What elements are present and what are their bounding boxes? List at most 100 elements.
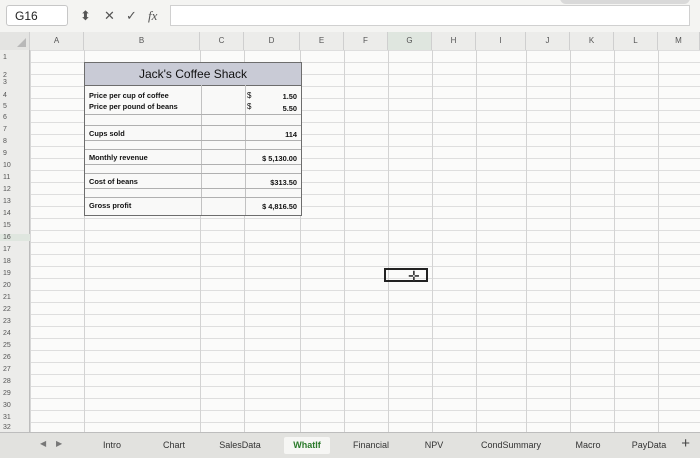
row-header[interactable]: 5 bbox=[0, 103, 30, 110]
row-header[interactable]: 9 bbox=[0, 150, 30, 157]
row-header[interactable]: 31 bbox=[0, 414, 30, 421]
table-divider bbox=[85, 164, 301, 165]
tab-chart[interactable]: Chart bbox=[152, 437, 196, 454]
monthly-revenue-value[interactable]: $ 5,130.00 bbox=[262, 154, 297, 163]
table-title[interactable]: Jack's Coffee Shack bbox=[85, 63, 301, 86]
row-header[interactable]: 11 bbox=[0, 174, 30, 181]
row-header[interactable]: 10 bbox=[0, 162, 30, 169]
spreadsheet-grid: A B C D E F G H I J K L M 1 2 3 4 5 6 7 … bbox=[0, 32, 700, 432]
column-header-k[interactable]: K bbox=[570, 32, 614, 50]
row-header-active[interactable]: 16 bbox=[0, 234, 30, 241]
cost-of-beans-label[interactable]: Cost of beans bbox=[89, 177, 138, 186]
cups-sold-label[interactable]: Cups sold bbox=[89, 129, 125, 138]
row-header[interactable]: 1 bbox=[0, 54, 30, 61]
coffee-shack-table: Jack's Coffee Shack Price per cup of cof… bbox=[84, 62, 302, 216]
function-icon[interactable]: fx bbox=[148, 8, 157, 24]
table-column-divider bbox=[201, 85, 202, 215]
gross-profit-label[interactable]: Gross profit bbox=[89, 201, 131, 210]
tab-financial[interactable]: Financial bbox=[346, 437, 396, 454]
table-column-divider bbox=[245, 85, 246, 215]
tab-salesdata[interactable]: SalesData bbox=[214, 437, 266, 454]
tab-intro[interactable]: Intro bbox=[92, 437, 132, 454]
row-header[interactable]: 24 bbox=[0, 330, 30, 337]
select-all-button[interactable] bbox=[0, 32, 30, 50]
row-header[interactable]: 8 bbox=[0, 138, 30, 145]
formula-input[interactable] bbox=[170, 5, 690, 26]
row-header[interactable]: 19 bbox=[0, 270, 30, 277]
column-header-e[interactable]: E bbox=[300, 32, 344, 50]
sheet-tab-bar: ◀ ▶ Intro Chart SalesData WhatIf Financi… bbox=[0, 432, 700, 458]
column-header-row: A B C D E F G H I J K L M bbox=[0, 32, 700, 51]
row-header[interactable]: 13 bbox=[0, 198, 30, 205]
row-header[interactable]: 6 bbox=[0, 114, 30, 121]
window-badge bbox=[560, 0, 690, 4]
tab-whatif[interactable]: WhatIf bbox=[284, 437, 330, 454]
row-header[interactable]: 20 bbox=[0, 282, 30, 289]
price-per-pound-label[interactable]: Price per pound of beans bbox=[89, 102, 178, 111]
accept-icon[interactable]: ✓ bbox=[126, 8, 137, 24]
price-per-cup-currency: $ bbox=[247, 91, 252, 100]
row-header[interactable]: 27 bbox=[0, 366, 30, 373]
row-header[interactable]: 14 bbox=[0, 210, 30, 217]
grid-line bbox=[658, 50, 659, 432]
row-header[interactable]: 25 bbox=[0, 342, 30, 349]
selected-cell-g16[interactable] bbox=[384, 268, 428, 282]
tab-condsummary[interactable]: CondSummary bbox=[474, 437, 548, 454]
formula-bar: G16 ⬍ ✕ ✓ fx bbox=[0, 0, 700, 33]
row-header[interactable]: 22 bbox=[0, 306, 30, 313]
table-divider bbox=[85, 188, 301, 189]
cancel-icon[interactable]: ✕ bbox=[104, 8, 115, 24]
row-header[interactable]: 15 bbox=[0, 222, 30, 229]
tab-scroll-left-icon[interactable]: ◀ bbox=[40, 439, 46, 448]
row-header[interactable]: 30 bbox=[0, 402, 30, 409]
name-box-stepper-icon[interactable]: ⬍ bbox=[80, 8, 91, 24]
monthly-revenue-label[interactable]: Monthly revenue bbox=[89, 153, 148, 162]
column-header-i[interactable]: I bbox=[476, 32, 526, 50]
name-box[interactable]: G16 bbox=[6, 5, 68, 26]
column-header-j[interactable]: J bbox=[526, 32, 570, 50]
grid-line bbox=[570, 50, 571, 432]
row-header[interactable]: 23 bbox=[0, 318, 30, 325]
row-header[interactable]: 7 bbox=[0, 126, 30, 133]
row-header[interactable]: 2 bbox=[0, 72, 30, 79]
gross-profit-value[interactable]: $ 4,816.50 bbox=[262, 202, 297, 211]
column-header-d[interactable]: D bbox=[244, 32, 300, 50]
row-header[interactable]: 18 bbox=[0, 258, 30, 265]
add-sheet-icon[interactable]: + bbox=[681, 435, 690, 452]
table-divider bbox=[85, 140, 301, 141]
table-divider bbox=[85, 149, 301, 150]
price-per-cup-label[interactable]: Price per cup of coffee bbox=[89, 91, 169, 100]
tab-scroll-right-icon[interactable]: ▶ bbox=[56, 439, 62, 448]
tab-paydata[interactable]: PayData bbox=[626, 437, 672, 454]
row-header[interactable]: 4 bbox=[0, 92, 30, 99]
row-header-column: 1 2 3 4 5 6 7 8 9 10 11 12 13 14 15 16 1… bbox=[0, 50, 30, 432]
price-per-pound-value[interactable]: 5.50 bbox=[283, 104, 297, 113]
price-per-cup-value[interactable]: 1.50 bbox=[283, 92, 297, 101]
column-header-l[interactable]: L bbox=[614, 32, 658, 50]
column-header-m[interactable]: M bbox=[658, 32, 700, 50]
row-header[interactable]: 17 bbox=[0, 246, 30, 253]
column-header-f[interactable]: F bbox=[344, 32, 388, 50]
row-header[interactable]: 28 bbox=[0, 378, 30, 385]
column-header-b[interactable]: B bbox=[84, 32, 200, 50]
row-header[interactable]: 12 bbox=[0, 186, 30, 193]
row-header[interactable]: 32 bbox=[0, 424, 30, 431]
row-header[interactable]: 26 bbox=[0, 354, 30, 361]
grid-line bbox=[388, 50, 389, 432]
row-header[interactable]: 29 bbox=[0, 390, 30, 397]
row-header[interactable]: 21 bbox=[0, 294, 30, 301]
table-divider bbox=[85, 197, 301, 198]
column-header-c[interactable]: C bbox=[200, 32, 244, 50]
tab-macro[interactable]: Macro bbox=[568, 437, 608, 454]
cups-sold-value[interactable]: 114 bbox=[285, 130, 297, 139]
column-header-g[interactable]: G bbox=[388, 32, 432, 50]
tab-npv[interactable]: NPV bbox=[420, 437, 448, 454]
cost-of-beans-value[interactable]: $313.50 bbox=[270, 178, 297, 187]
column-header-a[interactable]: A bbox=[30, 32, 84, 50]
grid-line bbox=[476, 50, 477, 432]
cell-cursor-icon: ✛ bbox=[408, 268, 420, 284]
table-divider bbox=[85, 173, 301, 174]
column-header-h[interactable]: H bbox=[432, 32, 476, 50]
price-per-pound-currency: $ bbox=[247, 102, 252, 111]
row-header[interactable]: 3 bbox=[0, 79, 30, 86]
